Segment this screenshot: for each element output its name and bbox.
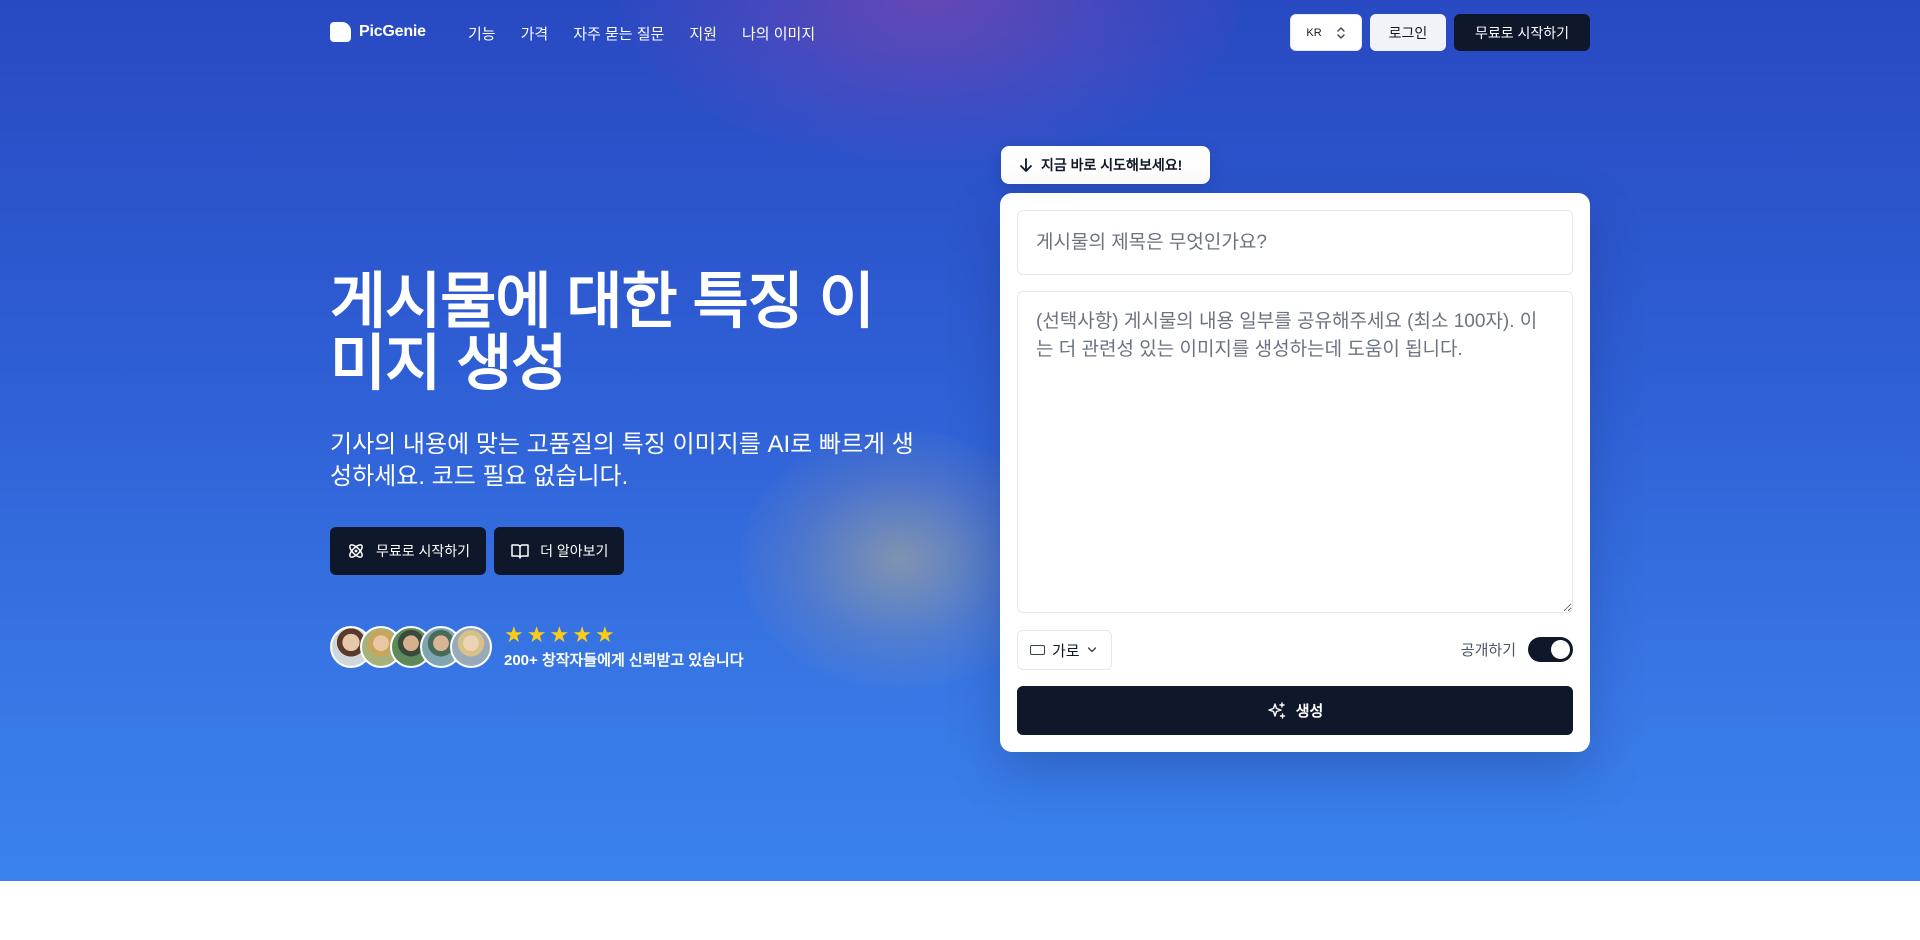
arrow-down-icon: [1020, 158, 1032, 172]
nav-links: 기능 가격 자주 묻는 질문 지원 나의 이미지: [468, 23, 815, 44]
chevron-up-down-icon: [1336, 26, 1345, 39]
public-setting: 공개하기: [1461, 637, 1573, 662]
nav-link-my-images[interactable]: 나의 이미지: [742, 23, 815, 44]
nav-actions: KR 로그인 무료로 시작하기: [1290, 14, 1590, 51]
nav-link-pricing[interactable]: 가격: [521, 23, 549, 44]
public-label: 공개하기: [1460, 642, 1516, 659]
top-nav: PicGenie 기능 가격 자주 묻는 질문 지원 나의 이미지 KR 로그인…: [330, 14, 1590, 52]
social-proof: ★ ★ ★ ★ ★ 200+ 창작자들에게 신뢰받고 있습니다: [330, 624, 744, 670]
aspect-ratio-select[interactable]: 가로: [1017, 630, 1112, 670]
avatar-group: [330, 626, 492, 668]
post-content-textarea[interactable]: [1017, 291, 1573, 613]
start-free-nav-button[interactable]: 무료로 시작하기: [1454, 14, 1590, 51]
public-toggle[interactable]: [1528, 637, 1573, 662]
try-now-label: 지금 바로 시도해보세요!: [1041, 157, 1183, 173]
star-icon: ★: [594, 622, 615, 647]
language-select[interactable]: KR: [1290, 14, 1362, 51]
try-now-badge: 지금 바로 시도해보세요!: [1001, 146, 1210, 184]
learn-more-label: 더 알아보기: [540, 543, 609, 559]
star-icon: ★: [504, 622, 524, 647]
star-icon: ★: [526, 622, 547, 647]
trust-label: 200+ 창작자들에게 신뢰받고 있습니다: [504, 652, 744, 669]
generator-card: 가로 공개하기 생성: [1000, 193, 1590, 752]
login-button[interactable]: 로그인: [1370, 14, 1446, 51]
nav-link-features[interactable]: 기능: [468, 23, 496, 44]
rating-stars: ★ ★ ★ ★ ★: [504, 624, 744, 646]
nav-link-faq[interactable]: 자주 묻는 질문: [573, 23, 664, 44]
aspect-ratio-label: 가로: [1052, 642, 1080, 660]
avatar: [450, 626, 492, 668]
logo-icon: [330, 22, 351, 42]
landscape-icon: [1030, 645, 1045, 655]
generate-label: 생성: [1295, 703, 1324, 720]
hero-section: PicGenie 기능 가격 자주 묻는 질문 지원 나의 이미지 KR 로그인…: [0, 0, 1920, 881]
star-icon: ★: [549, 622, 570, 647]
learn-more-button[interactable]: 더 알아보기: [494, 527, 625, 575]
book-open-icon: [511, 544, 529, 559]
hero-subhead: 기사의 내용에 맞는 고품질의 특징 이미지를 AI로 빠르게 생성하세요. 코…: [330, 431, 914, 490]
nav-link-support[interactable]: 지원: [689, 23, 717, 44]
brand-logo[interactable]: PicGenie: [330, 22, 426, 42]
toggle-knob: [1551, 640, 1570, 659]
atom-icon: [349, 544, 363, 558]
star-icon: ★: [572, 622, 592, 647]
language-label: KR: [1306, 26, 1322, 39]
cta-row: 무료로 시작하기 더 알아보기: [330, 527, 625, 575]
post-title-input[interactable]: [1017, 210, 1573, 275]
start-free-button[interactable]: 무료로 시작하기: [330, 527, 487, 575]
chevron-down-icon: [1087, 647, 1096, 653]
sparkles-icon: [1267, 701, 1285, 719]
start-free-label: 무료로 시작하기: [376, 543, 471, 559]
hero-headline: 게시물에 대한 특징 이미지 생성: [330, 267, 875, 397]
generate-button[interactable]: 생성: [1017, 686, 1573, 735]
brand-name: PicGenie: [359, 23, 426, 40]
